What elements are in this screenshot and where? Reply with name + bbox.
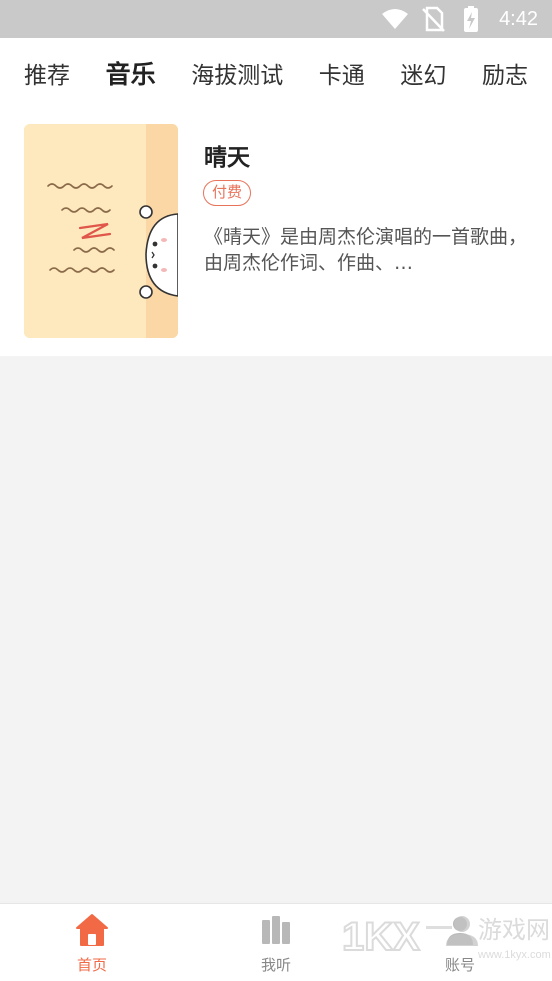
library-icon (262, 916, 290, 944)
song-thumbnail (24, 124, 178, 338)
tab-inspirational[interactable]: 励志 (482, 56, 528, 90)
status-bar: 4:42 (0, 0, 552, 38)
nav-home[interactable]: 首页 (0, 904, 184, 981)
song-title: 晴天 (204, 144, 250, 170)
no-sim-icon (422, 6, 445, 32)
bottom-nav: 首页 我听 账号 (0, 903, 552, 981)
nav-home-label: 首页 (76, 956, 107, 974)
clock-time: 4:42 (499, 7, 538, 30)
account-icon (447, 917, 473, 945)
tab-music[interactable]: 音乐 (106, 55, 156, 91)
category-tabs: 推荐 音乐 海拔测试 卡通 迷幻 励志 (0, 38, 552, 108)
nav-account-label: 账号 (444, 956, 475, 974)
wifi-icon (382, 9, 409, 29)
app-screen: 4:42 推荐 音乐 海拔测试 卡通 迷幻 励志 晴天 付费 《晴天》是由周杰伦… (0, 0, 552, 981)
battery-charging-icon (464, 6, 479, 32)
nav-account[interactable]: 账号 (368, 904, 552, 981)
tab-recommend[interactable]: 推荐 (24, 56, 70, 90)
tab-altitude-test[interactable]: 海拔测试 (191, 56, 283, 90)
song-description: 《晴天》是由周杰伦演唱的一首歌曲，由周杰伦作词、作曲、… (204, 226, 528, 274)
tab-cartoon[interactable]: 卡通 (319, 56, 365, 90)
song-list: 晴天 付费 《晴天》是由周杰伦演唱的一首歌曲，由周杰伦作词、作曲、… (0, 108, 552, 356)
home-icon (76, 914, 108, 946)
cartoon-note-thumbnail (24, 124, 178, 338)
paid-badge: 付费 (203, 180, 252, 206)
nav-my-listening-label: 我听 (260, 956, 291, 974)
tab-psychedelic[interactable]: 迷幻 (400, 56, 446, 90)
song-card[interactable]: 晴天 付费 《晴天》是由周杰伦演唱的一首歌曲，由周杰伦作词、作曲、… (0, 108, 552, 356)
nav-my-listening[interactable]: 我听 (184, 904, 368, 981)
